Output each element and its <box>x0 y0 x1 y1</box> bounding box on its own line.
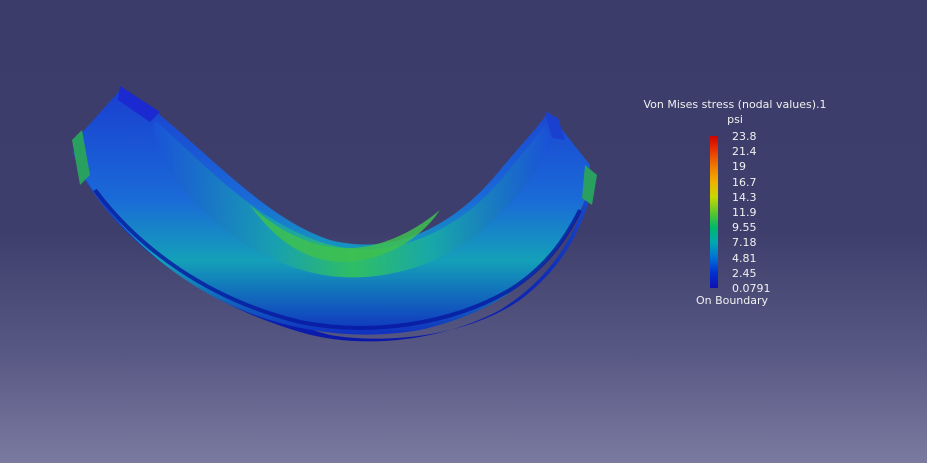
legend-value-label: 16.7 <box>732 175 757 189</box>
legend-color-scale <box>710 136 718 288</box>
legend-value-label: 7.18 <box>732 236 757 250</box>
legend-value-label: 14.3 <box>732 190 757 204</box>
legend-value-label: 9.55 <box>732 221 757 235</box>
legend-value-label: 11.9 <box>732 206 757 219</box>
legend-value-label: 23.8 <box>732 130 757 143</box>
legend-unit: psi <box>727 113 743 126</box>
legend-footer: On Boundary <box>695 294 769 307</box>
legend-value-label: 19 <box>732 160 746 174</box>
legend-value-label: 21.4 <box>732 145 757 159</box>
legend-value-label: 4.81 <box>732 251 757 265</box>
stress-legend[interactable]: Von Mises stress (nodal values).1 psi 23… <box>640 98 830 313</box>
legend-title: Von Mises stress (nodal values).1 <box>643 98 827 111</box>
legend-value-label: 2.45 <box>732 266 757 280</box>
3d-viewport[interactable]: Von Mises stress (nodal values).1 psi 23… <box>0 0 927 463</box>
